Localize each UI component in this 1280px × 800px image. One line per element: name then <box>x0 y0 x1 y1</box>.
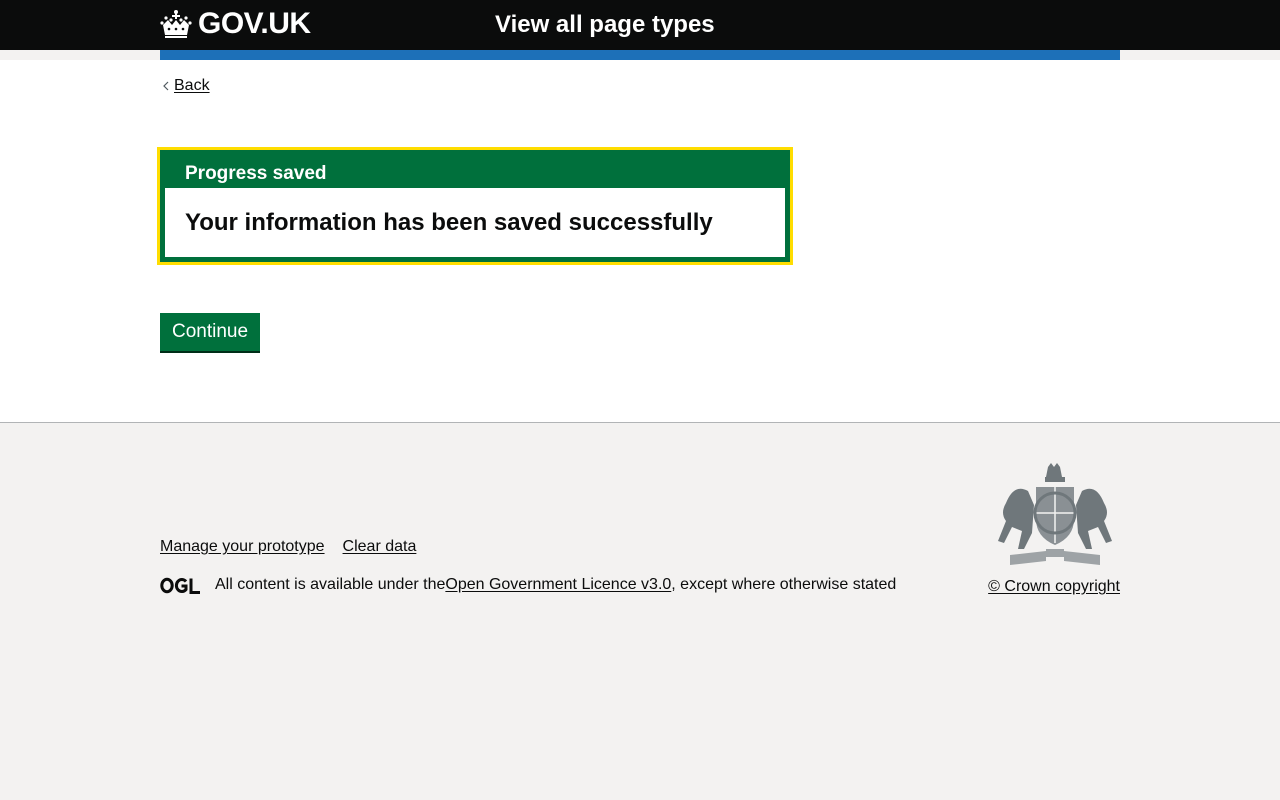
manage-prototype-link[interactable]: Manage your prototype <box>160 537 325 557</box>
crown-icon <box>160 10 192 38</box>
header-accent-bar <box>160 50 1120 60</box>
header-container: GOV.UK View all page types <box>160 0 1120 50</box>
banner-title: Progress saved <box>185 163 327 184</box>
site-header: GOV.UK View all page types <box>0 0 1280 50</box>
footer-links: Manage your prototype Clear data <box>160 537 416 557</box>
crown-copyright-link[interactable]: © Crown copyright <box>988 577 1120 597</box>
main-container: Back Progress saved Your information has… <box>157 60 1120 422</box>
site-footer: Manage your prototype Clear data All con… <box>0 423 1280 800</box>
banner-content: Your information has been saved successf… <box>165 188 785 257</box>
back-link-label: Back <box>174 77 210 94</box>
back-link[interactable]: Back <box>160 76 210 96</box>
licence-link[interactable]: Open Government Licence v3.0 <box>445 575 671 595</box>
continue-button[interactable]: Continue <box>160 313 261 351</box>
chevron-left-icon <box>163 81 169 91</box>
main-wrapper: Back Progress saved Your information has… <box>0 60 1280 423</box>
licence-prefix: All content is available under the <box>215 576 446 593</box>
clear-data-link[interactable]: Clear data <box>343 537 417 557</box>
footer-container: Manage your prototype Clear data All con… <box>160 423 1120 800</box>
notification-banner: Progress saved Your information has been… <box>157 147 793 265</box>
licence-statement: All content is available under the Open … <box>160 575 896 595</box>
ogl-logo <box>160 577 200 594</box>
banner-heading: Your information has been saved successf… <box>185 209 713 236</box>
logo-text: GOV.UK <box>198 7 311 40</box>
royal-coat-of-arms <box>998 463 1112 565</box>
service-name-link[interactable]: View all page types <box>495 10 715 40</box>
licence-suffix: , except where otherwise stated <box>671 576 897 593</box>
govuk-logo-link[interactable]: GOV.UK <box>160 6 311 42</box>
